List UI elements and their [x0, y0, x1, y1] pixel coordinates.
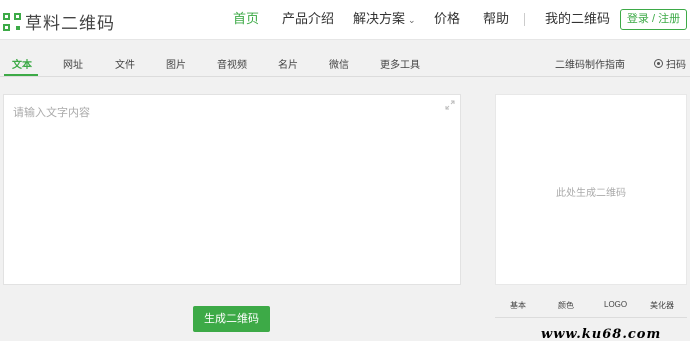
nav-solutions[interactable]: 解决方案 ⌄ — [353, 0, 416, 40]
qr-guide-link[interactable]: 二维码制作指南 — [555, 56, 625, 71]
nav-divider — [524, 13, 525, 26]
generate-qr-button[interactable]: 生成二维码 — [193, 306, 270, 332]
preview-placeholder: 此处生成二维码 — [556, 188, 626, 199]
chevron-down-icon: ⌄ — [408, 15, 416, 25]
qr-logo-icon — [3, 12, 21, 31]
logo-text: 草料二维码 — [25, 14, 115, 33]
watermark: www.ku68.com — [541, 327, 662, 341]
logo[interactable]: 草料二维码 — [3, 9, 115, 34]
scan-link[interactable]: 扫码 — [654, 56, 686, 71]
nav-home[interactable]: 首页 — [233, 0, 259, 40]
tab-business-card[interactable]: 名片 — [278, 56, 298, 71]
style-tabs: 基本 颜色 LOGO 美化器 — [495, 296, 687, 318]
tab-url[interactable]: 网址 — [63, 56, 83, 71]
tab-audio-video[interactable]: 音视频 — [217, 56, 247, 71]
style-tab-basic[interactable]: 基本 — [510, 300, 526, 311]
top-header: 草料二维码 首页 产品介绍 解决方案 ⌄ 价格 帮助 我的二维码 登录 / 注册 — [0, 0, 690, 40]
style-tab-beautify[interactable]: 美化器 — [650, 300, 674, 311]
text-editor-panel — [3, 94, 461, 285]
style-tab-color[interactable]: 颜色 — [558, 300, 574, 311]
nav-solutions-label: 解决方案 — [353, 11, 406, 26]
text-content-input[interactable] — [4, 95, 460, 284]
tab-image[interactable]: 图片 — [166, 56, 186, 71]
tab-text[interactable]: 文本 — [12, 56, 32, 71]
scan-label: 扫码 — [666, 60, 686, 71]
type-tabs: 文本 网址 文件 图片 音视频 名片 微信 更多工具 二维码制作指南 扫码 — [0, 46, 690, 78]
nav-price[interactable]: 价格 — [434, 0, 460, 40]
tab-file[interactable]: 文件 — [115, 56, 135, 71]
nav-help[interactable]: 帮助 — [483, 0, 509, 40]
nav-products[interactable]: 产品介绍 — [282, 0, 334, 40]
style-tab-logo[interactable]: LOGO — [604, 300, 627, 309]
tabs-divider — [0, 76, 690, 77]
expand-icon[interactable] — [445, 100, 455, 110]
tab-more-tools[interactable]: 更多工具 — [380, 56, 420, 71]
qr-preview-panel: 此处生成二维码 — [495, 94, 687, 285]
tab-wechat[interactable]: 微信 — [329, 56, 349, 71]
scan-icon — [654, 59, 663, 68]
nav-my-codes[interactable]: 我的二维码 — [545, 0, 610, 40]
login-register-button[interactable]: 登录 / 注册 — [620, 9, 687, 30]
